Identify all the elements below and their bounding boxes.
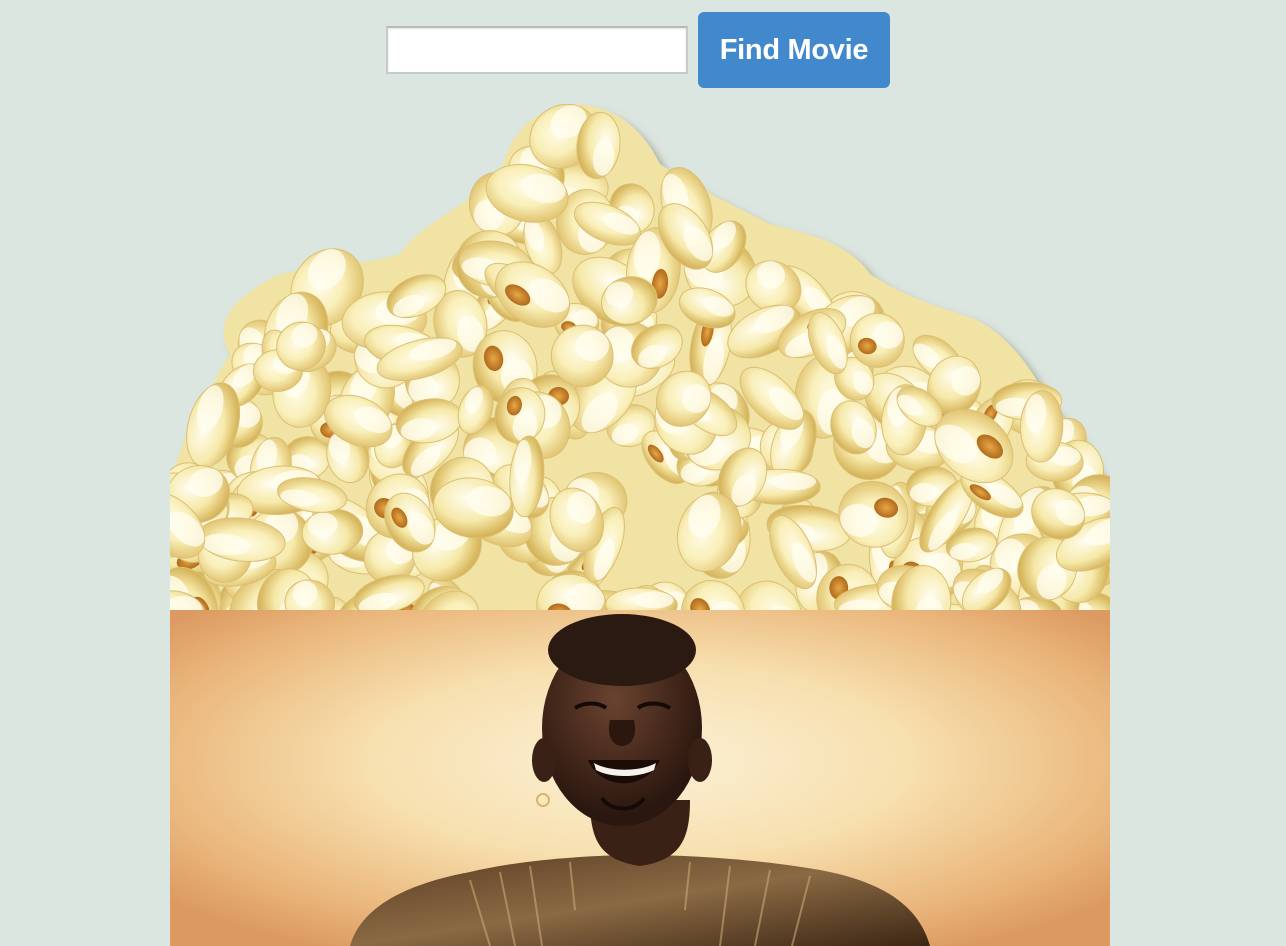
movie-still-photo [170,610,1110,946]
movie-search-input[interactable] [386,26,688,74]
search-bar: Find Movie [386,12,890,88]
movie-poster [170,104,1110,946]
popcorn-image [170,104,1110,610]
find-movie-button[interactable]: Find Movie [698,12,890,88]
